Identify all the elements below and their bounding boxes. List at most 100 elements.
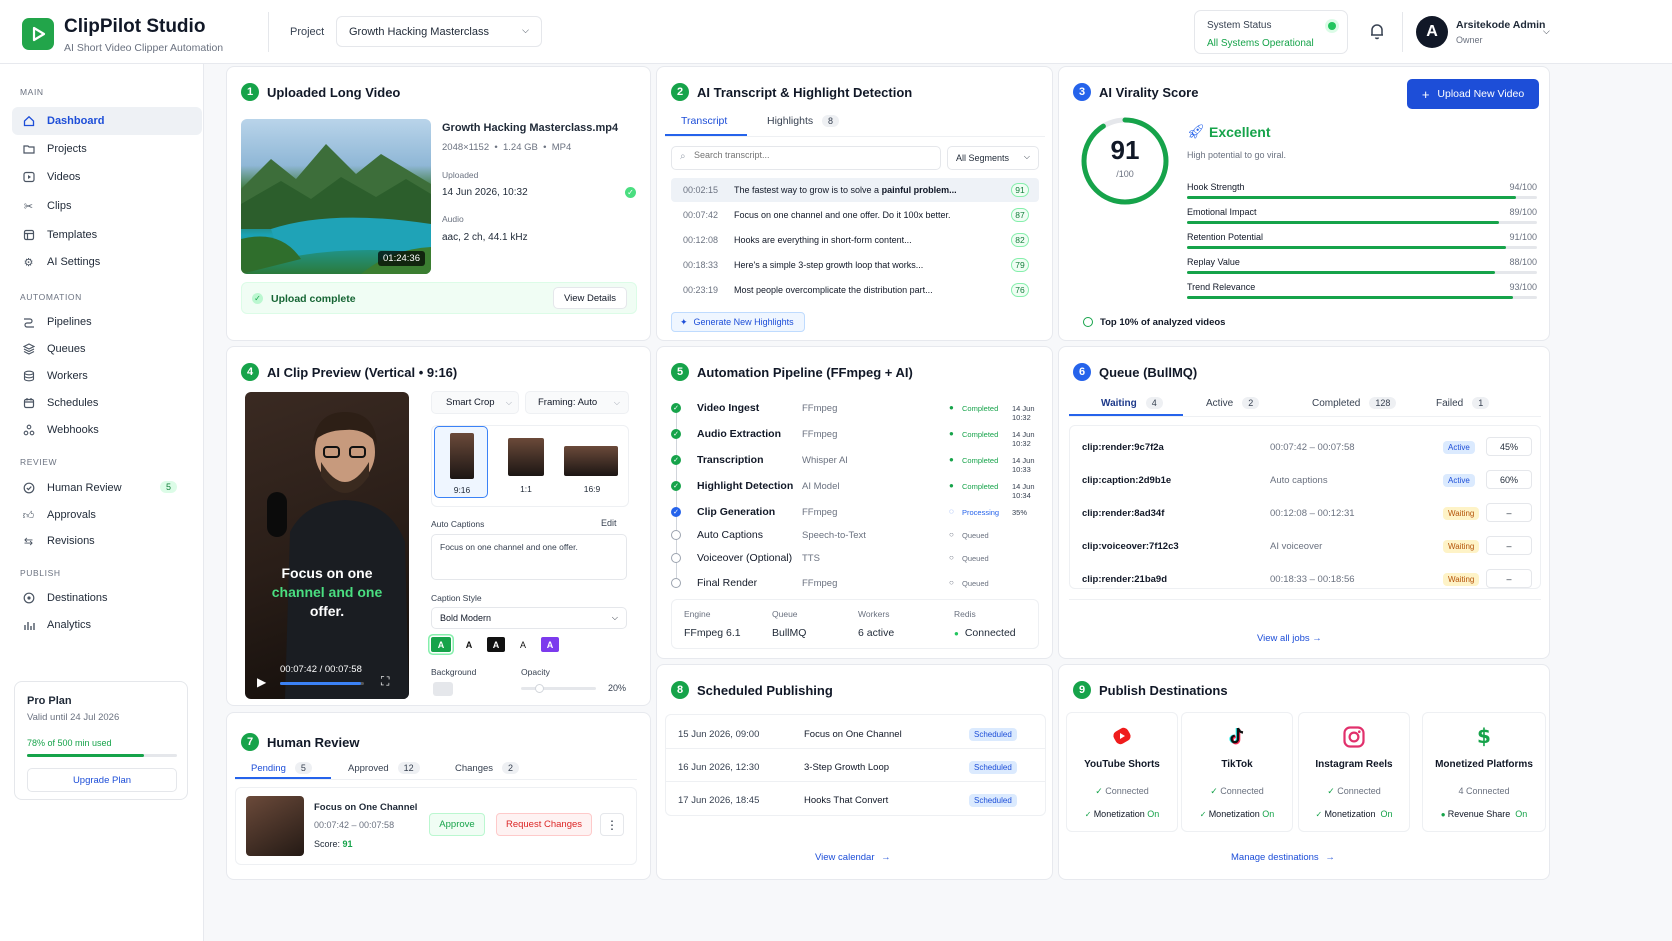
info-value: FFmpeg 6.1 — [684, 627, 741, 639]
transcript-row[interactable]: 00:07:42 Focus on one channel and one off… — [671, 203, 1039, 227]
sidebar-item-videos[interactable]: Videos — [12, 163, 202, 191]
fullscreen-icon[interactable]: ⛶ — [381, 674, 389, 689]
transcript-row[interactable]: 00:18:33 Here's a simple 3-step growth lo… — [671, 253, 1039, 277]
queue-tab-active[interactable]: Active 2 — [1206, 397, 1260, 409]
avatar[interactable]: A — [1416, 16, 1448, 48]
sidebar: MAIN Dashboard Projects Videos ✂ Clips T… — [0, 64, 204, 941]
tab-transcript[interactable]: Transcript — [681, 115, 727, 127]
aspect-option-1-1[interactable]: 1:1 — [496, 426, 556, 498]
status-text: Connected — [1337, 786, 1381, 796]
destination-name: Instagram Reels — [1315, 759, 1393, 770]
framing-select[interactable]: Framing: Auto ⌵ — [525, 391, 629, 414]
vertical-video-player[interactable]: Focus on one channel and one offer. 00:0… — [245, 392, 409, 699]
opacity-slider[interactable] — [521, 684, 596, 693]
schedule-row[interactable]: 16 Jun 2026, 12:30 3-Step Growth Loop Sche… — [666, 752, 1045, 782]
slider-handle[interactable] — [535, 684, 544, 693]
status-dot-icon — [1328, 22, 1336, 30]
sidebar-item-human-review[interactable]: Human Review 5 — [12, 474, 202, 502]
approve-button[interactable]: Approve — [429, 813, 485, 836]
destination-monetized-platforms[interactable]: $ Monetized Platforms 4 Connected ● Revenue… — [1422, 712, 1546, 832]
schedule-row[interactable]: 17 Jun 2026, 18:45 Hooks That Convert Sche… — [666, 785, 1045, 815]
sidebar-item-templates[interactable]: Templates — [12, 221, 202, 249]
tab-highlights[interactable]: Highlights 8 — [767, 115, 840, 127]
style-swatch-outline[interactable]: A — [514, 637, 532, 652]
review-tab-changes[interactable]: Changes 2 — [455, 762, 520, 774]
queue-tab-waiting[interactable]: Waiting 4 — [1101, 397, 1163, 409]
manage-destinations-link[interactable]: Manage destinations → — [1231, 852, 1335, 863]
transcript-row[interactable]: 00:23:19 Most people overcomplicate the d… — [671, 278, 1039, 302]
clip-preview-card: 4 AI Clip Preview (Vertical • 9:16) Focus… — [226, 346, 651, 706]
caption-style-select[interactable]: Bold Modern ⌵ — [431, 607, 627, 629]
style-swatch-white[interactable]: A — [460, 637, 478, 652]
sidebar-item-projects[interactable]: Projects — [12, 135, 202, 163]
job-row[interactable]: clip:render:21ba9d 00:18:33 – 00:18:56 Wai… — [1070, 566, 1540, 594]
search-input[interactable]: ⌕ — [671, 146, 941, 170]
job-row[interactable]: clip:caption:2d9b1e Auto captions Active 60… — [1070, 467, 1540, 495]
video-progress-bar[interactable] — [280, 682, 364, 685]
edit-captions-link[interactable]: Edit — [601, 518, 617, 528]
view-calendar-link[interactable]: View calendar → — [815, 852, 891, 863]
style-swatch-green[interactable]: A — [431, 637, 451, 652]
sidebar-item-webhooks[interactable]: Webhooks — [12, 416, 202, 444]
style-swatch-black[interactable]: A — [487, 637, 505, 652]
sidebar-item-ai-settings[interactable]: ⚙ AI Settings — [12, 248, 202, 276]
user-name[interactable]: Arsitekode Admin — [1456, 19, 1545, 31]
job-row[interactable]: clip:render:9c7f2a 00:07:42 – 00:07:58 Act… — [1070, 434, 1540, 462]
sidebar-item-workers[interactable]: Workers — [12, 362, 202, 390]
sidebar-item-revisions[interactable]: ⇆ Revisions — [12, 527, 202, 555]
background-color-swatch[interactable] — [433, 682, 453, 696]
generate-highlights-button[interactable]: ✦ Generate New Highlights — [671, 312, 805, 332]
review-tab-pending[interactable]: Pending 5 — [251, 762, 312, 774]
sidebar-item-pipelines[interactable]: Pipelines — [12, 308, 202, 336]
aspect-option-9-16[interactable]: 9:16 — [434, 426, 488, 498]
sidebar-item-analytics[interactable]: Analytics — [12, 611, 202, 639]
project-select[interactable]: Growth Hacking Masterclass ⌵ — [336, 16, 542, 47]
tiktok-icon — [1182, 725, 1292, 747]
upload-new-video-button[interactable]: + Upload New Video — [1407, 79, 1539, 109]
review-item-range: 00:07:42 – 00:07:58 — [314, 820, 395, 830]
divider — [1069, 416, 1541, 417]
segment-filter-select[interactable]: All Segments ⌵ — [947, 146, 1039, 170]
bell-icon[interactable] — [1368, 22, 1388, 42]
chevron-down-icon[interactable]: ⌵ — [1543, 26, 1550, 37]
schedule-row[interactable]: 15 Jun 2026, 09:00 Focus on One Channel Sc… — [666, 719, 1045, 749]
app-logo[interactable] — [22, 18, 54, 50]
upgrade-plan-button[interactable]: Upgrade Plan — [27, 768, 177, 792]
aspect-option-16-9[interactable]: 16:9 — [560, 426, 624, 498]
sidebar-item-dashboard[interactable]: Dashboard — [12, 107, 202, 135]
pipeline-card: 5 Automation Pipeline (FFmpeg + AI) Engin… — [656, 346, 1053, 659]
caption-textarea[interactable]: Focus on one channel and one offer. — [431, 534, 627, 580]
step-done-icon: ✓ — [671, 481, 681, 491]
thumbnail — [564, 446, 618, 476]
search-field[interactable] — [694, 150, 934, 160]
review-tab-approved[interactable]: Approved 12 — [348, 762, 420, 774]
app-header: ClipPilot Studio AI Short Video Clipper … — [0, 0, 1672, 64]
step-status: Completed — [962, 404, 999, 413]
queue-tab-failed[interactable]: Failed 1 — [1436, 397, 1490, 409]
view-all-jobs-link[interactable]: View all jobs → — [1257, 633, 1322, 644]
style-swatch-purple[interactable]: A — [541, 637, 559, 652]
more-options-icon[interactable]: ⋮ — [600, 813, 624, 836]
transcript-row[interactable]: 00:12:08 Hooks are everything in short-fo… — [671, 228, 1039, 252]
clip-thumbnail[interactable] — [246, 796, 304, 856]
request-changes-button[interactable]: Request Changes — [496, 813, 592, 836]
destination-youtube-shorts[interactable]: YouTube Shorts ✓ Connected ✓ Monetization … — [1066, 712, 1178, 832]
job-row[interactable]: clip:render:8ad34f 00:12:08 – 00:12:31 Wai… — [1070, 500, 1540, 528]
sidebar-item-destinations[interactable]: Destinations — [12, 584, 202, 612]
queue-tab-completed[interactable]: Completed 128 — [1312, 397, 1397, 409]
smart-crop-select[interactable]: Smart Crop ⌵ — [431, 391, 519, 414]
video-thumbnail[interactable]: 01:24:36 — [241, 119, 431, 274]
sidebar-item-clips[interactable]: ✂ Clips — [12, 192, 202, 220]
sidebar-item-approvals[interactable]: 👍︎ Approvals — [12, 501, 202, 529]
count-badge: 12 — [397, 762, 420, 774]
play-icon[interactable]: ▶ — [257, 675, 266, 689]
system-status[interactable]: System Status All Systems Operational — [1194, 10, 1348, 54]
destination-instagram-reels[interactable]: Instagram Reels ✓ Connected ✓ Monetization… — [1298, 712, 1410, 832]
sidebar-item-queues[interactable]: Queues — [12, 335, 202, 363]
destination-status: 4 Connected — [1423, 786, 1545, 796]
sidebar-item-schedules[interactable]: Schedules — [12, 389, 202, 417]
job-row[interactable]: clip:voiceover:7f12c3 AI voiceover Waiting… — [1070, 533, 1540, 561]
destination-tiktok[interactable]: TikTok ✓ Connected ✓ Monetization On — [1181, 712, 1293, 832]
transcript-row[interactable]: 00:02:15 The fastest way to grow is to so… — [671, 178, 1039, 202]
view-details-button[interactable]: View Details — [553, 287, 627, 309]
